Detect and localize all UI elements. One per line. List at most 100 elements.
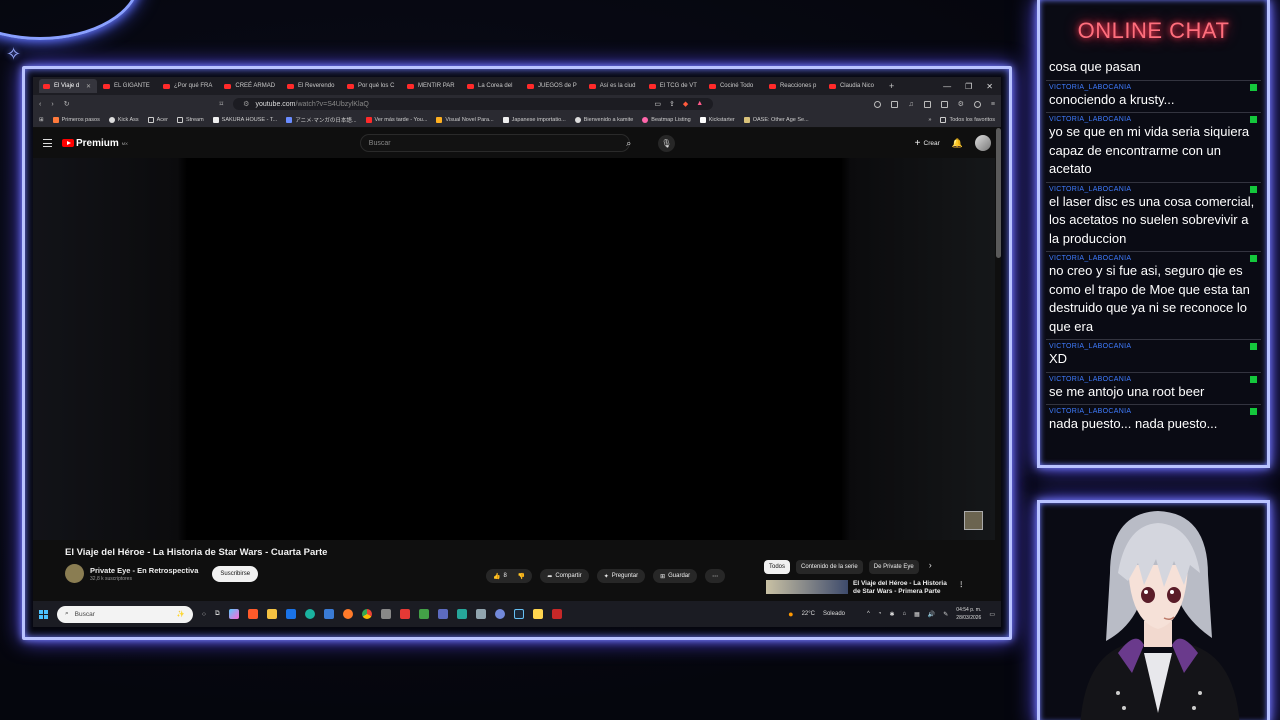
tab[interactable]: Reacciones p (765, 79, 823, 93)
network-icon[interactable]: ▦ (914, 611, 920, 618)
notifications-bell-icon[interactable]: 🔔 (952, 138, 963, 149)
url-field[interactable]: ⚙ youtube.com/watch?v=S4UbzylKlaQ ▭ ⇪ ◆ … (233, 98, 714, 110)
tab[interactable]: Cociné Todo (705, 79, 763, 93)
bookmark-item[interactable]: SAKURA HOUSE - T... (212, 117, 277, 123)
search-icon[interactable]: ⌕ (618, 134, 640, 152)
app-icon[interactable] (380, 609, 391, 619)
folder-app-icon[interactable] (532, 609, 543, 619)
app-icon[interactable] (399, 609, 410, 619)
new-tab-button[interactable]: + (885, 81, 898, 91)
app-icon[interactable] (437, 609, 448, 619)
bookmark-item[interactable]: Primeros pasos (52, 117, 100, 123)
chip-series[interactable]: Contenido de la serie (796, 560, 863, 574)
weather-temperature[interactable]: 22°C (802, 611, 815, 617)
subscribe-button[interactable]: Suscribirse (212, 565, 259, 582)
bookmark-item[interactable]: Acer (147, 117, 168, 123)
site-info-icon[interactable]: ⚙ (243, 100, 249, 108)
bookmark-item[interactable]: Bienvenido a kamite (574, 117, 633, 123)
more-actions-button[interactable]: ⋯ (705, 569, 726, 583)
more-bookmarks-button[interactable]: » (928, 117, 931, 123)
chip-all[interactable]: Todos (764, 560, 791, 574)
bookmark-item[interactable]: Japanese importatio... (502, 117, 566, 123)
page-scrollbar[interactable] (996, 128, 1001, 258)
tab[interactable]: Por qué los C (343, 79, 401, 93)
close-tab-icon[interactable]: ✕ (86, 83, 91, 90)
task-view-icon[interactable]: ⧉ (215, 610, 220, 618)
wallet-icon[interactable] (940, 100, 948, 108)
search-input[interactable]: Buscar (359, 134, 630, 152)
firefox-icon[interactable] (342, 609, 353, 619)
channel-name[interactable]: Private Eye - En Retrospectiva (90, 566, 198, 575)
weather-text[interactable]: Soleado (823, 611, 845, 617)
tray-app-icon[interactable]: ◔ (878, 611, 882, 617)
dislike-icon[interactable]: 👎 (518, 573, 525, 580)
bookmark-item[interactable]: Kick Ass (108, 117, 139, 123)
brave-shield-icon[interactable]: ◆ (683, 100, 688, 108)
bookmark-item[interactable]: アニメ·マンガの日本語... (286, 116, 357, 124)
bookmark-item[interactable]: Visual Novel Para... (436, 117, 494, 123)
restore-icon[interactable]: ❐ (965, 82, 972, 91)
bookmark-item[interactable]: Ver más tarde - You... (365, 117, 427, 123)
brave-browser-icon[interactable] (247, 609, 258, 619)
profile-icon[interactable] (973, 100, 981, 108)
recommended-thumbnail[interactable] (766, 580, 848, 594)
app-icon[interactable] (475, 609, 486, 619)
video-player[interactable] (33, 158, 995, 540)
youtube-logo[interactable]: Premium MX (62, 138, 128, 149)
forward-icon[interactable]: › (51, 101, 53, 108)
pen-icon[interactable]: ✎ (943, 611, 948, 618)
edge-icon[interactable] (304, 609, 315, 619)
obs-icon[interactable] (551, 609, 562, 619)
install-app-icon[interactable]: ▭ (654, 100, 661, 108)
tab[interactable]: El Reverendo (283, 79, 341, 93)
tab[interactable]: El TCG de VT (645, 79, 703, 93)
steam-icon[interactable] (513, 609, 524, 619)
tab-active[interactable]: El Viaje d ✕ (39, 79, 97, 93)
minimize-icon[interactable]: — (943, 82, 951, 91)
save-button[interactable]: ⊞ Guardar (653, 569, 698, 583)
tab[interactable]: CREÉ ARMAD (220, 79, 281, 93)
like-button[interactable]: 👍 8 👎 (486, 569, 533, 583)
taskbar-search[interactable]: ⌕ Buscar ✨ (57, 605, 193, 623)
recommended-title[interactable]: El Viaje del Héroe - La Historia de Star… (853, 580, 953, 594)
extension-icon[interactable] (891, 100, 899, 108)
recommended-video[interactable]: El Viaje del Héroe - La Historia de Star… (766, 580, 965, 594)
extension-icon[interactable] (874, 100, 882, 108)
tab[interactable]: JUEGOS de P (523, 79, 583, 93)
more-vertical-icon[interactable]: ⋮ (958, 580, 965, 594)
settings-icon[interactable]: ⚙ (958, 100, 964, 108)
close-window-icon[interactable]: ✕ (986, 82, 993, 91)
notifications-icon[interactable]: ▭ (989, 611, 995, 618)
copilot-icon[interactable] (228, 609, 239, 619)
microphone-icon[interactable]: 🎙 (657, 134, 675, 152)
music-icon[interactable]: ♫ (908, 101, 913, 108)
brave-rewards-icon[interactable]: ▲ (696, 100, 703, 108)
account-avatar[interactable] (975, 135, 991, 151)
channel-watermark[interactable] (964, 511, 983, 530)
chevron-up-icon[interactable]: ^ (867, 611, 870, 617)
app-icon[interactable] (456, 609, 467, 619)
tab[interactable]: Claudia Nico (825, 79, 883, 93)
back-icon[interactable]: ‹ (39, 101, 41, 108)
menu-icon[interactable]: ≡ (991, 101, 995, 108)
bookmark-item[interactable]: Stream (176, 117, 204, 123)
mail-icon[interactable] (285, 609, 296, 619)
file-explorer-icon[interactable] (266, 609, 277, 619)
all-bookmarks-button[interactable]: Todos los favoritos (940, 117, 995, 123)
chip-channel[interactable]: De Private Eye (868, 560, 919, 574)
tray-app-icon[interactable]: ⌂ (902, 611, 906, 617)
store-icon[interactable] (323, 609, 334, 619)
volume-icon[interactable]: 🔊 (928, 611, 935, 618)
bookmark-page-icon[interactable]: ⌑ (220, 100, 224, 108)
tab[interactable]: Así es la ciud (585, 79, 643, 93)
chevron-right-icon[interactable]: › (929, 560, 932, 574)
tab[interactable]: ¿Por qué FRA (159, 79, 218, 93)
cortana-icon[interactable]: ○ (202, 611, 206, 618)
hamburger-menu-icon[interactable] (43, 139, 52, 147)
app-icon[interactable] (418, 609, 429, 619)
discord-icon[interactable] (494, 609, 505, 619)
sidebar-icon[interactable] (923, 100, 931, 108)
share-icon[interactable]: ⇪ (669, 100, 675, 108)
bookmark-item[interactable]: Beatmap Listing (642, 117, 691, 123)
ask-button[interactable]: ✦ Preguntar (596, 569, 646, 583)
